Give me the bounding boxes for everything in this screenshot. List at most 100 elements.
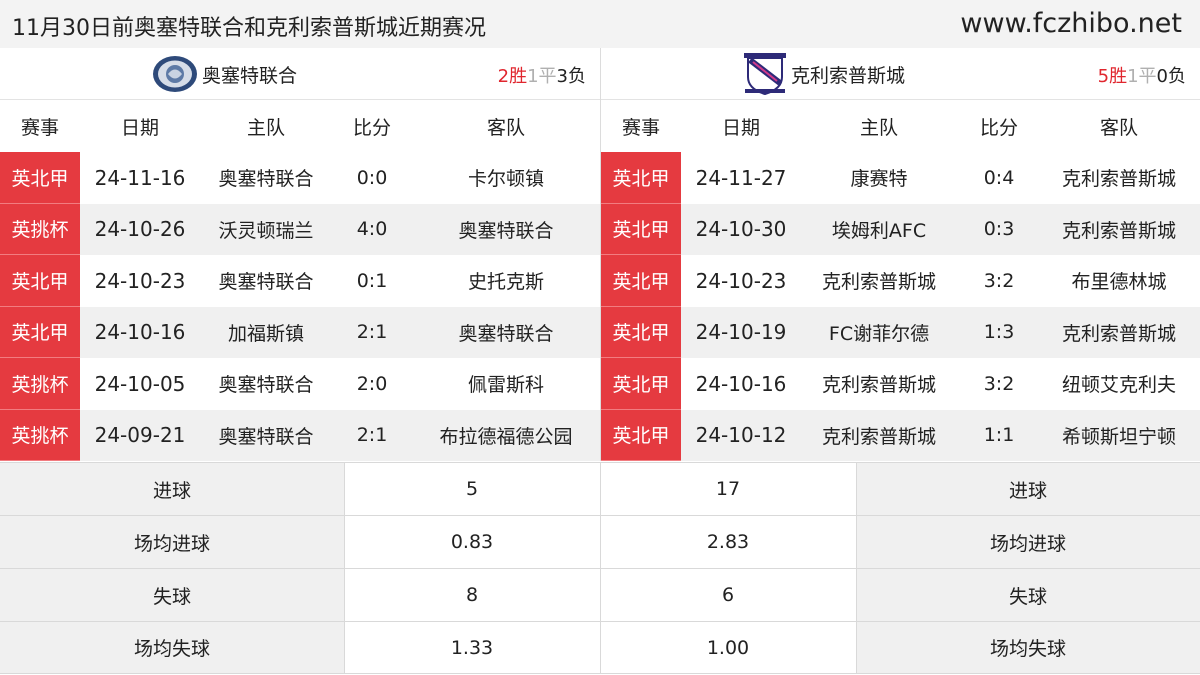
competition-badge[interactable]: 英挑杯 <box>0 203 80 255</box>
divider <box>856 516 857 568</box>
match-score: 0:0 <box>356 166 388 189</box>
home-team[interactable]: 克利索普斯城 <box>801 358 957 410</box>
away-team[interactable]: 纽顿艾克利夫 <box>1041 358 1197 410</box>
column-header-date: 日期 <box>120 116 159 139</box>
match-date: 24-10-16 <box>94 320 186 345</box>
left-stat-label: 失球 <box>0 569 344 621</box>
match-row[interactable]: 英挑杯 24-10-05 奥塞特联合 2:0 佩雷斯科 <box>0 358 600 410</box>
column-header-home: 主队 <box>246 116 285 139</box>
column-header-date: 日期 <box>721 116 760 139</box>
match-date: 24-11-16 <box>94 165 186 190</box>
competition-badge[interactable]: 英北甲 <box>601 152 681 204</box>
match-date: 24-10-23 <box>695 268 787 293</box>
match-row[interactable]: 英北甲 24-10-23 奥塞特联合 0:1 史托克斯 <box>0 255 600 307</box>
home-team[interactable]: 克利索普斯城 <box>801 410 957 462</box>
column-header-competition: 赛事 <box>20 116 59 139</box>
away-team[interactable]: 卡尔顿镇 <box>412 152 600 204</box>
away-team[interactable]: 奥塞特联合 <box>412 204 600 256</box>
home-team[interactable]: 奥塞特联合 <box>200 358 332 410</box>
right-team-panel: 克利索普斯城 5胜1平0负 赛事 日期 主队 比分 客队 英北甲 24-11-2… <box>600 48 1200 461</box>
left-stat-value: 0.83 <box>344 516 600 568</box>
right-record-win: 5胜 <box>1097 66 1128 87</box>
home-team[interactable]: 埃姆利AFC <box>801 204 957 256</box>
column-header-home: 主队 <box>859 116 898 139</box>
left-stat-label: 场均进球 <box>0 516 344 568</box>
competition-badge[interactable]: 英北甲 <box>601 358 681 410</box>
home-team[interactable]: 康赛特 <box>801 152 957 204</box>
home-team[interactable]: 奥塞特联合 <box>200 410 332 462</box>
home-team[interactable]: 沃灵顿瑞兰 <box>200 204 332 256</box>
away-team[interactable]: 克利索普斯城 <box>1041 307 1197 359</box>
column-header-away: 客队 <box>486 116 525 139</box>
left-team-bar: 奥塞特联合 2胜1平3负 <box>0 48 600 100</box>
away-team[interactable]: 克利索普斯城 <box>1041 152 1197 204</box>
stats-row-goals: 进球 5 17 进球 <box>0 462 1200 515</box>
away-team[interactable]: 布拉德福德公园 <box>412 410 600 462</box>
right-record-loss: 0负 <box>1156 66 1186 87</box>
home-team[interactable]: FC谢菲尔德 <box>801 307 957 359</box>
match-score: 2:0 <box>356 372 388 395</box>
left-stat-value: 1.33 <box>344 622 600 673</box>
competition-badge[interactable]: 英北甲 <box>601 409 681 461</box>
match-date: 24-10-16 <box>695 371 787 396</box>
match-score: 2:1 <box>356 424 388 447</box>
match-row[interactable]: 英北甲 24-10-16 克利索普斯城 3:2 纽顿艾克利夫 <box>601 358 1200 410</box>
match-row[interactable]: 英北甲 24-10-30 埃姆利AFC 0:3 克利索普斯城 <box>601 203 1200 256</box>
away-team[interactable]: 克利索普斯城 <box>1041 204 1197 256</box>
right-stat-label: 场均进球 <box>856 516 1200 568</box>
competition-badge[interactable]: 英北甲 <box>0 306 80 358</box>
home-team[interactable]: 克利索普斯城 <box>801 255 957 307</box>
right-team-title[interactable]: 克利索普斯城 <box>743 48 905 100</box>
left-stat-value: 8 <box>344 569 600 621</box>
match-row[interactable]: 英北甲 24-10-16 加福斯镇 2:1 奥塞特联合 <box>0 306 600 359</box>
away-team[interactable]: 史托克斯 <box>412 255 600 307</box>
right-stat-value: 6 <box>600 569 856 621</box>
match-date: 24-09-21 <box>94 423 186 448</box>
match-score: 0:3 <box>983 218 1015 241</box>
match-date: 24-10-12 <box>695 423 787 448</box>
page-header: 11月30日前奥塞特联合和克利索普斯城近期赛况 www.fczhibo.net <box>0 0 1200 48</box>
left-team-title[interactable]: 奥塞特联合 <box>152 48 297 100</box>
home-team[interactable]: 奥塞特联合 <box>200 152 332 204</box>
left-stat-value: 5 <box>344 463 600 515</box>
column-header-away: 客队 <box>1099 116 1138 139</box>
right-table-header: 赛事 日期 主队 比分 客队 <box>601 100 1200 152</box>
left-team-name: 奥塞特联合 <box>202 64 298 87</box>
divider <box>344 622 345 673</box>
right-stat-value: 2.83 <box>600 516 856 568</box>
competition-badge[interactable]: 英北甲 <box>0 255 80 307</box>
match-row[interactable]: 英北甲 24-10-12 克利索普斯城 1:1 希顿斯坦宁顿 <box>601 409 1200 462</box>
divider <box>856 463 857 515</box>
divider <box>600 516 601 568</box>
competition-badge[interactable]: 英北甲 <box>0 152 80 204</box>
right-team-name: 克利索普斯城 <box>791 64 906 87</box>
competition-badge[interactable]: 英北甲 <box>601 203 681 255</box>
page-title: 11月30日前奥塞特联合和克利索普斯城近期赛况 <box>12 16 486 41</box>
competition-badge[interactable]: 英北甲 <box>601 306 681 358</box>
column-header-competition: 赛事 <box>621 116 660 139</box>
away-team[interactable]: 奥塞特联合 <box>412 307 600 359</box>
right-stat-label: 场均失球 <box>856 622 1200 673</box>
column-header-score: 比分 <box>979 116 1018 139</box>
match-row[interactable]: 英北甲 24-10-23 克利索普斯城 3:2 布里德林城 <box>601 255 1200 307</box>
competition-badge[interactable]: 英挑杯 <box>0 358 80 410</box>
competition-badge[interactable]: 英北甲 <box>601 255 681 307</box>
competition-badge[interactable]: 英挑杯 <box>0 409 80 461</box>
away-team[interactable]: 布里德林城 <box>1041 255 1197 307</box>
home-team[interactable]: 奥塞特联合 <box>200 255 332 307</box>
stats-row-avg-conceded: 场均失球 1.33 1.00 场均失球 <box>0 621 1200 674</box>
match-row[interactable]: 英挑杯 24-09-21 奥塞特联合 2:1 布拉德福德公园 <box>0 409 600 462</box>
away-team[interactable]: 佩雷斯科 <box>412 358 600 410</box>
column-header-score: 比分 <box>352 116 391 139</box>
match-row[interactable]: 英北甲 24-10-19 FC谢菲尔德 1:3 克利索普斯城 <box>601 306 1200 359</box>
match-row[interactable]: 英北甲 24-11-16 奥塞特联合 0:0 卡尔顿镇 <box>0 152 600 204</box>
match-row[interactable]: 英挑杯 24-10-26 沃灵顿瑞兰 4:0 奥塞特联合 <box>0 203 600 256</box>
site-url[interactable]: www.fczhibo.net <box>960 8 1182 39</box>
away-team[interactable]: 希顿斯坦宁顿 <box>1041 410 1197 462</box>
left-record-loss: 3负 <box>556 66 586 87</box>
match-row[interactable]: 英北甲 24-11-27 康赛特 0:4 克利索普斯城 <box>601 152 1200 204</box>
stats-comparison-table: 进球 5 17 进球 场均进球 0.83 2.83 场均进球 失球 8 6 失球… <box>0 462 1200 674</box>
match-score: 3:2 <box>983 269 1015 292</box>
match-date: 24-10-26 <box>94 217 186 242</box>
home-team[interactable]: 加福斯镇 <box>200 307 332 359</box>
